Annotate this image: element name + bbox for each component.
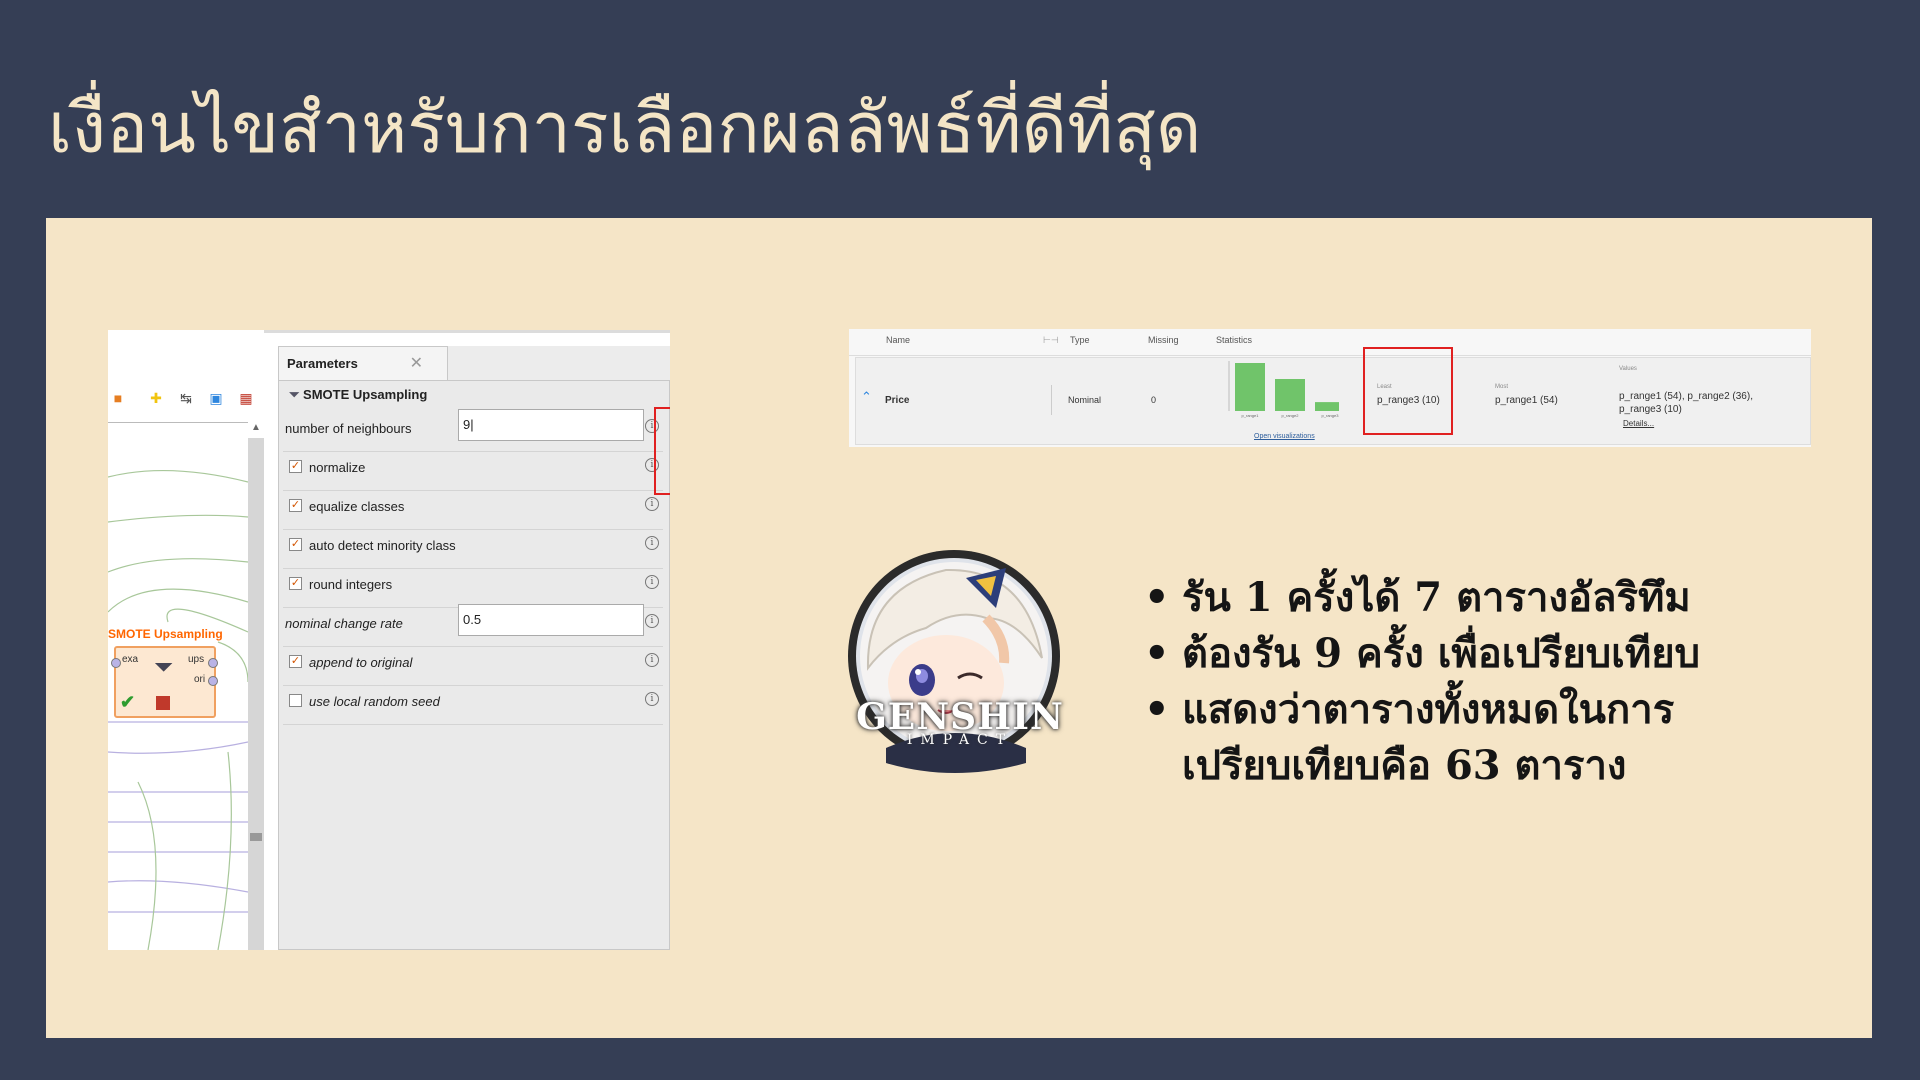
param-input[interactable]: 9| bbox=[458, 409, 644, 441]
param-label: equalize classes bbox=[309, 499, 405, 514]
param-label: number of neighbours bbox=[285, 421, 412, 436]
histogram-tick-label: p_range1 bbox=[1242, 413, 1260, 418]
values-label: Values bbox=[1619, 366, 1637, 372]
most-label: Most bbox=[1495, 384, 1509, 390]
param-checkbox[interactable]: ✓ bbox=[289, 655, 302, 668]
highlight-box bbox=[1363, 347, 1453, 435]
close-icon[interactable]: ✕ bbox=[410, 347, 423, 381]
highlight-box bbox=[654, 407, 670, 495]
scroll-up-arrow[interactable]: ▲ bbox=[248, 422, 264, 438]
scrollbar-thumb[interactable] bbox=[250, 833, 262, 841]
port-ups-label: ups bbox=[188, 654, 205, 665]
info-icon[interactable]: i bbox=[645, 536, 659, 550]
row-separator bbox=[1051, 385, 1052, 415]
param-label: normalize bbox=[309, 460, 366, 475]
process-view: ■ ✚ ↹ ▣ ▦ ▲ SMOTE Upsampling exa ⏷ ups o… bbox=[108, 330, 264, 950]
histogram-bar[interactable] bbox=[1275, 379, 1305, 411]
route-icon[interactable]: ↹ bbox=[178, 390, 194, 406]
output-port-ups[interactable] bbox=[208, 658, 218, 668]
bullet-text: รัน 1 ครั้งได้ 7 ตารางอัลริทึม bbox=[1182, 574, 1691, 621]
param-label: round integers bbox=[309, 577, 393, 592]
folder-icon[interactable]: ■ bbox=[110, 390, 126, 406]
slide-title: เงื่อนไขสำหรับการเลือกผลลัพธ์ที่ดีที่สุด bbox=[48, 87, 1202, 169]
param-label: use local random seed bbox=[309, 694, 440, 709]
breakpoint-icon[interactable] bbox=[156, 696, 170, 710]
bullet-text: ต้องรัน 9 ครั้ง เพื่อเปรียบเทียบ bbox=[1182, 630, 1701, 677]
filter-icon: ⏷ bbox=[289, 387, 300, 402]
bullet-glyph: • bbox=[1144, 630, 1170, 677]
add-note-icon[interactable]: ✚ bbox=[148, 390, 164, 406]
param-row: use local random seed i bbox=[283, 678, 663, 725]
statistics-screenshot: Name ⊢⊣ Type Missing Statistics ⌃ Price … bbox=[849, 329, 1811, 447]
info-icon[interactable]: i bbox=[645, 575, 659, 589]
histogram-tick-label: p_range3 bbox=[1322, 413, 1339, 418]
attribute-name: Price bbox=[885, 395, 910, 406]
smote-operator-node[interactable]: exa ⏷ ups ori ✔ bbox=[111, 646, 218, 718]
input-port[interactable] bbox=[111, 658, 121, 668]
grid-icon[interactable]: ▦ bbox=[238, 390, 254, 406]
genshin-logo: GENSHIN IMPACT bbox=[850, 696, 1070, 748]
operator-name: ⏷ SMOTE Upsampling bbox=[289, 387, 427, 403]
bullet-item-continuation: เปรียบเทียบคือ 63 ตาราง bbox=[1144, 738, 1844, 794]
values-line-2: p_range3 (10) bbox=[1619, 404, 1682, 415]
operator-title: SMOTE Upsampling bbox=[108, 627, 223, 641]
open-visualizations-link[interactable]: Open visualizations bbox=[1254, 433, 1315, 440]
attribute-type: Nominal bbox=[1068, 395, 1102, 405]
param-checkbox[interactable]: ✓ bbox=[289, 499, 302, 512]
filter-icon: ⏷ bbox=[154, 654, 174, 681]
bullet-item: • รัน 1 ครั้งได้ 7 ตารางอัลริทึม bbox=[1144, 570, 1844, 626]
parameters-panel: Parameters ✕ ⏷ SMOTE Upsampling 9| number… bbox=[278, 346, 670, 950]
header-missing: Missing bbox=[1148, 335, 1179, 345]
param-checkbox[interactable]: ✓ bbox=[289, 460, 302, 473]
operator-name-label: SMOTE Upsampling bbox=[303, 387, 428, 402]
tab-parameters[interactable]: Parameters ✕ bbox=[278, 346, 448, 380]
port-ori-label: ori bbox=[194, 674, 206, 685]
attribute-missing: 0 bbox=[1151, 395, 1157, 405]
info-icon[interactable]: i bbox=[645, 653, 659, 667]
histogram-bar[interactable] bbox=[1315, 402, 1339, 411]
param-checkbox[interactable]: ✓ bbox=[289, 577, 302, 590]
content-panel: ■ ✚ ↹ ▣ ▦ ▲ SMOTE Upsampling exa ⏷ ups o… bbox=[46, 218, 1872, 1038]
header-divider bbox=[849, 355, 1811, 356]
tab-parameters-label: Parameters bbox=[287, 356, 358, 371]
rapidminer-parameters-screenshot: ■ ✚ ↹ ▣ ▦ ▲ SMOTE Upsampling exa ⏷ ups o… bbox=[108, 330, 670, 950]
bullet-item: • ต้องรัน 9 ครั้ง เพื่อเปรียบเทียบ bbox=[1144, 626, 1844, 682]
param-checkbox[interactable]: ✓ bbox=[289, 538, 302, 551]
bullet-list: • รัน 1 ครั้งได้ 7 ตารางอัลริทึม • ต้องร… bbox=[1144, 570, 1844, 794]
histogram-chart[interactable]: p_range1 p_range2 p_range3 bbox=[1219, 359, 1339, 419]
details-link[interactable]: Details... bbox=[1623, 419, 1654, 428]
port-exa-label: exa bbox=[122, 654, 139, 665]
param-checkbox[interactable] bbox=[289, 694, 302, 707]
bullet-glyph: • bbox=[1144, 686, 1170, 733]
histogram-tick-label: p_range2 bbox=[1282, 413, 1300, 418]
most-value: p_range1 (54) bbox=[1495, 395, 1558, 406]
bullet-text: แสดงว่าตารางทั้งหมดในการ bbox=[1182, 686, 1675, 733]
genshin-avatar-image: GENSHIN IMPACT bbox=[846, 548, 1076, 778]
info-icon[interactable]: i bbox=[645, 692, 659, 706]
param-label: append to original bbox=[309, 655, 413, 670]
histogram-bar[interactable] bbox=[1235, 363, 1265, 411]
collapse-chevron-icon[interactable]: ⌃ bbox=[861, 389, 872, 405]
info-icon[interactable]: i bbox=[645, 497, 659, 511]
param-label: nominal change rate bbox=[285, 616, 403, 631]
output-port-ori[interactable] bbox=[208, 676, 218, 686]
param-input[interactable]: 0.5 bbox=[458, 604, 644, 636]
process-scrollbar[interactable] bbox=[248, 438, 264, 950]
column-resize-icon[interactable]: ⊢⊣ bbox=[1043, 335, 1059, 346]
values-line-1: p_range1 (54), p_range2 (36), bbox=[1619, 391, 1753, 402]
status-check-icon: ✔ bbox=[120, 692, 136, 712]
bullet-glyph: • bbox=[1144, 574, 1170, 621]
parameters-body: ⏷ SMOTE Upsampling 9| number of neighbour… bbox=[278, 380, 670, 950]
header-statistics: Statistics bbox=[1216, 335, 1253, 345]
layers-icon[interactable]: ▣ bbox=[208, 390, 224, 406]
info-icon[interactable]: i bbox=[645, 614, 659, 628]
bullet-item: • แสดงว่าตารางทั้งหมดในการ bbox=[1144, 682, 1844, 738]
header-name: Name bbox=[886, 335, 911, 345]
bullet-text: เปรียบเทียบคือ 63 ตาราง bbox=[1182, 742, 1627, 789]
param-label: auto detect minority class bbox=[309, 538, 456, 553]
header-type: Type bbox=[1070, 335, 1090, 345]
